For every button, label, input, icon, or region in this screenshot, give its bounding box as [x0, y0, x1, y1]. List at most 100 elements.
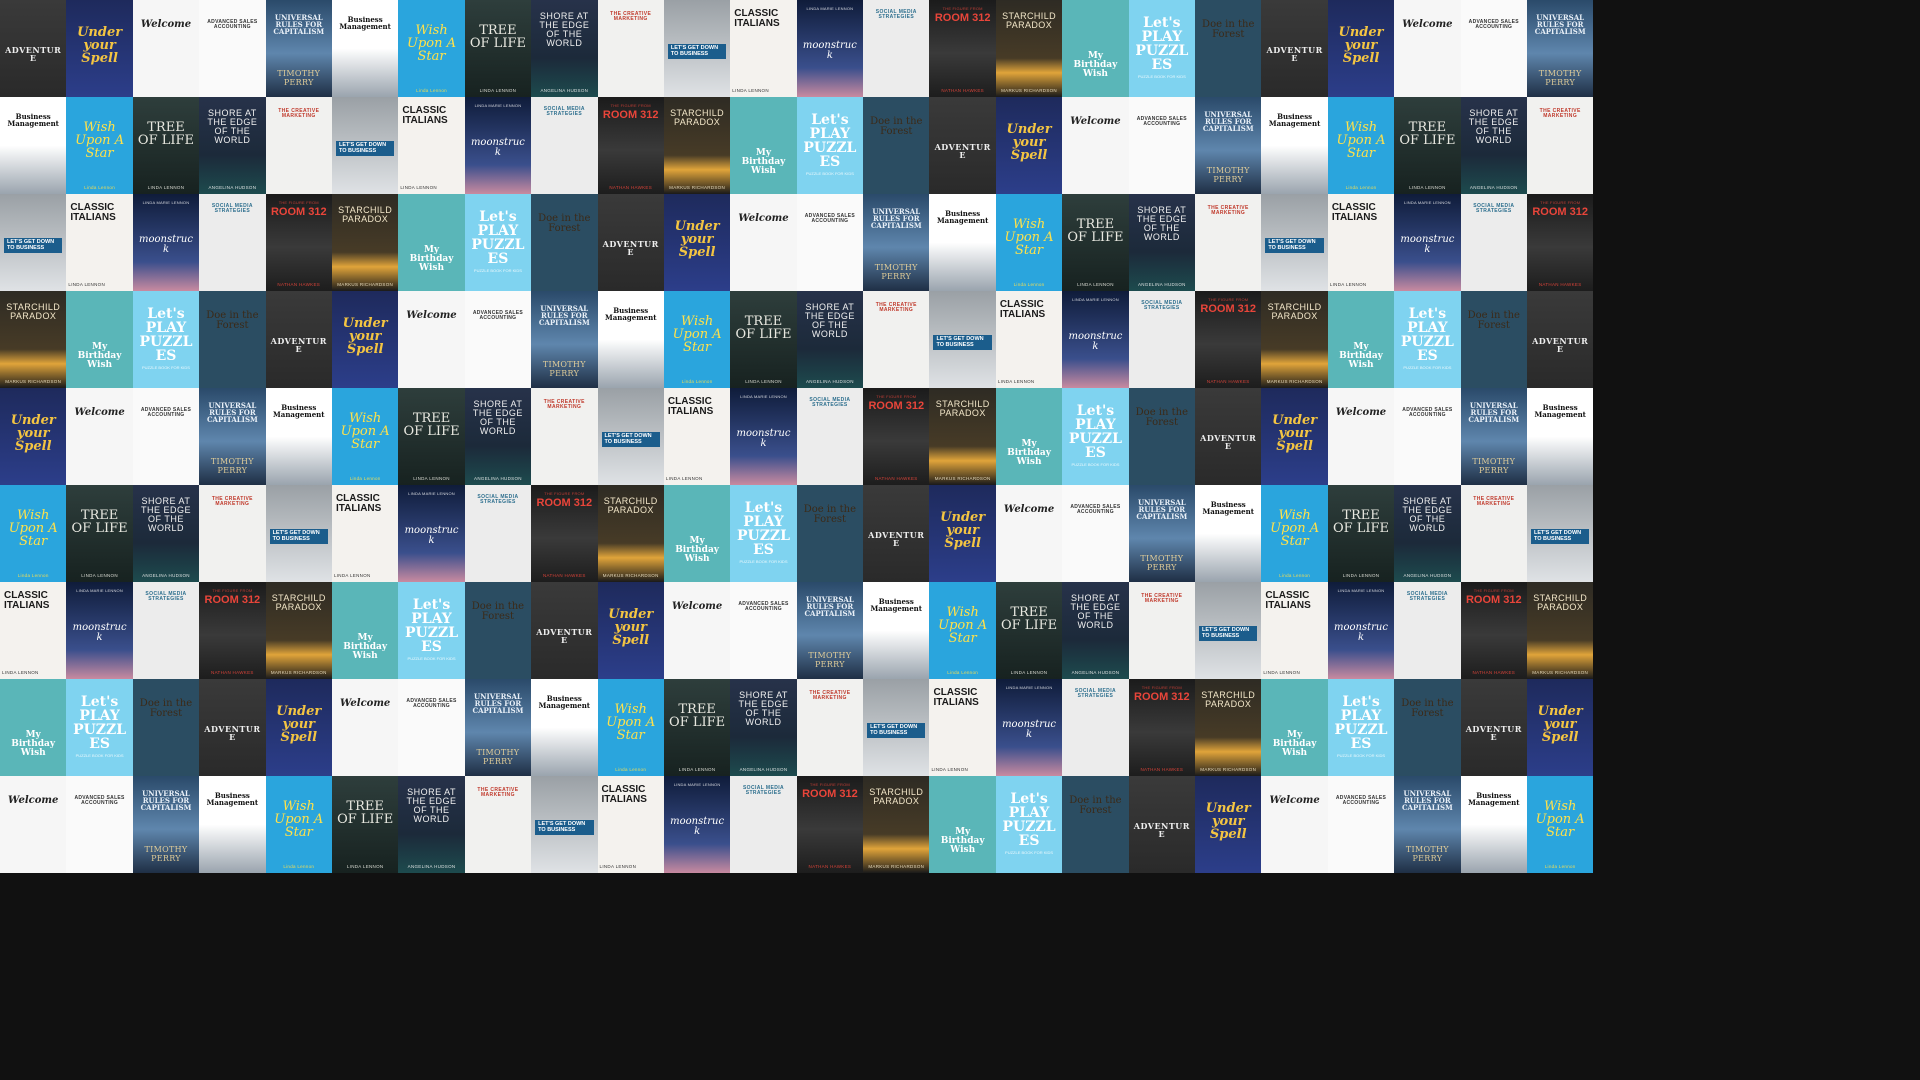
cover-title: Under your Spell [342, 316, 388, 357]
cover-title: moonstruck [1400, 234, 1455, 255]
book-cover-room: THE FIGURE FROM ROOM 312 NATHAN HAWKES [597, 97, 664, 194]
cover-title: moonstruck [404, 525, 459, 546]
cover-title: My Birthday Wish [675, 536, 720, 564]
cover-author: MARKUS RICHARDSON [1532, 670, 1589, 675]
book-cover-universal: UNIVERSAL RULES FOR CAPITALISM TIMOTHY PE… [1195, 97, 1262, 194]
book-cover-italians: CLASSIC ITALIANS LINDA LENNON [1261, 582, 1328, 679]
cover-top-line: THE FIGURE FROM [544, 491, 585, 496]
book-cover-tree: TREE OF LIFE LINDA LENNON [464, 0, 532, 97]
book-cover-spell: Under your Spell [1261, 388, 1328, 485]
cover-title: THE CREATIVE MARKETING [278, 108, 320, 119]
cover-top-line: THE FIGURE FROM [212, 588, 253, 593]
cover-title: ROOM 312 [536, 497, 593, 509]
cover-title: LET'S GET DOWN TO BUSINESS [1530, 529, 1590, 544]
book-cover-creative: THE CREATIVE MARKETING [796, 679, 864, 776]
cover-title: moonstruck [139, 234, 193, 255]
book-cover-italians: CLASSIC ITALIANS LINDA LENNON [66, 194, 133, 291]
book-cover-tree: TREE OF LIFE LINDA LENNON [398, 388, 465, 485]
cover-top-line: LINDA MARIE LENNON [1404, 200, 1451, 205]
cover-title: Under your Spell [1338, 25, 1384, 66]
cover-title: ROOM 312 [1200, 303, 1257, 315]
cover-author: Linda Lennon [1345, 185, 1377, 190]
cover-title: Wish Upon A Star [75, 120, 125, 161]
book-cover-advanced: ADVANCED SALES ACCOUNTING [398, 679, 465, 776]
book-cover-spell: Under your Spell [995, 97, 1063, 194]
book-cover-shore: SHORE AT THE EDGE OF THE WORLD ANGELINA H… [1460, 97, 1527, 194]
cover-subtitle: PUZZLE BOOK FOR KIDS [1071, 462, 1120, 467]
cover-title: THE CREATIVE MARKETING [211, 496, 253, 507]
cover-title: CLASSIC ITALIANS [402, 105, 448, 126]
cover-title: SHORE AT THE EDGE OF THE WORLD [1402, 496, 1453, 533]
cover-author: LINDA LENNON [1409, 185, 1446, 190]
book-cover-wish: Wish Upon A Star Linda Lennon [995, 194, 1063, 291]
book-cover-bear: My Birthday Wish [331, 582, 399, 679]
book-cover-welcome: Welcome [995, 485, 1063, 582]
book-cover-doe: Doe in the Forest [132, 679, 200, 776]
book-cover-moon: LINDA MARIE LENNON moonstruck [132, 194, 200, 291]
book-cover-shore: SHORE AT THE EDGE OF THE WORLD ANGELINA H… [464, 388, 532, 485]
cover-top-line: LINDA MARIE LENNON [673, 782, 721, 787]
cover-title: My Birthday Wish [77, 342, 122, 370]
book-cover-room: THE FIGURE FROM ROOM 312 NATHAN HAWKES [199, 582, 266, 679]
cover-title: ADVANCED SALES ACCOUNTING [1468, 19, 1519, 30]
cover-author: LINDA LENNON [1010, 670, 1048, 675]
cover-author: NATHAN HAWKES [542, 573, 586, 578]
book-cover-italians: CLASSIC ITALIANS LINDA LENNON [597, 776, 664, 873]
book-cover-spell: Under your Spell [66, 0, 133, 97]
cover-top-line: LINDA MARIE LENNON [740, 394, 787, 399]
cover-title: ADVENTURE [536, 627, 593, 645]
book-cover-play: Let's PLAY PUZZLES PUZZLE BOOK FOR KIDS [1062, 388, 1129, 485]
book-cover-adventure: ADVENTURE [0, 0, 67, 97]
cover-title: LET'S GET DOWN TO BUSINESS [1265, 238, 1324, 253]
cover-title: SOCIAL MEDIA STRATEGIES [1141, 300, 1183, 311]
book-cover-shore: SHORE AT THE EDGE OF THE WORLD ANGELINA H… [132, 485, 200, 582]
cover-title: Business Management [1534, 403, 1586, 419]
book-cover-starchild: STARCHILD PARADOX MARKUS RICHARDSON [331, 194, 399, 291]
cover-title: SHORE AT THE EDGE OF THE WORLD [738, 690, 789, 727]
cover-title: TREE OF LIFE [669, 702, 726, 730]
book-cover-welcome: Welcome [132, 0, 200, 97]
book-cover-moon: LINDA MARIE LENNON moonstruck [1062, 291, 1129, 388]
book-cover-creative: THE CREATIVE MARKETING [531, 388, 598, 485]
book-cover-play: Let's PLAY PUZZLES PUZZLE BOOK FOR KIDS [1128, 0, 1196, 97]
cover-title: LET'S GET DOWN TO BUSINESS [269, 529, 328, 544]
book-cover-business: Business Management [531, 679, 598, 776]
cover-title: ADVANCED SALES ACCOUNTING [1136, 116, 1187, 127]
cover-author: Linda Lennon [615, 767, 647, 772]
book-cover-shore: SHORE AT THE EDGE OF THE WORLD ANGELINA H… [1062, 582, 1129, 679]
cover-title: SOCIAL MEDIA STRATEGIES [809, 397, 851, 408]
book-cover-spell: Under your Spell [265, 679, 332, 776]
cover-title: STARCHILD PARADOX [869, 787, 924, 806]
cover-title: Doe in the Forest [1467, 310, 1520, 331]
book-cover-play: Let's PLAY PUZZLES PUZZLE BOOK FOR KIDS [398, 582, 465, 679]
cover-title: moonstruck [72, 622, 127, 643]
book-cover-bear: My Birthday Wish [66, 291, 133, 388]
book-cover-business: Business Management [1460, 776, 1527, 873]
cover-title: My Birthday Wish [11, 730, 56, 758]
book-cover-bear: My Birthday Wish [730, 97, 797, 194]
cover-title: TREE OF LIFE [735, 314, 792, 342]
book-cover-shore: SHORE AT THE EDGE OF THE WORLD ANGELINA H… [730, 679, 797, 776]
cover-top-line: LINDA MARIE LENNON [142, 200, 190, 205]
book-cover-welcome: Welcome [1394, 0, 1461, 97]
cover-title: UNIVERSAL RULES FOR CAPITALISM [1401, 789, 1453, 812]
cover-author: LINDA LENNON [147, 185, 185, 190]
cover-title: Welcome [671, 601, 723, 612]
book-cover-creative: THE CREATIVE MARKETING [863, 291, 930, 388]
book-cover-business: Business Management [331, 0, 399, 97]
cover-title: Let's PLAY PUZZLES [1068, 403, 1122, 461]
cover-title: Let's PLAY PUZZLES [1135, 15, 1189, 73]
cover-author: NATHAN HAWKES [1538, 282, 1582, 287]
cover-subtitle: PUZZLE BOOK FOR KIDS [407, 656, 456, 661]
cover-title: Wish Upon A Star [1270, 508, 1320, 549]
cover-subtitle: PUZZLE BOOK FOR KIDS [1005, 850, 1054, 855]
cover-author: NATHAN HAWKES [1140, 767, 1184, 772]
book-cover-down: LET'S GET DOWN TO BUSINESS [1261, 194, 1328, 291]
cover-title: UNIVERSAL RULES FOR CAPITALISM [472, 692, 524, 715]
cover-title: Business Management [538, 694, 591, 710]
cover-title: My Birthday Wish [1007, 439, 1051, 467]
book-cover-bear: My Birthday Wish [929, 776, 996, 873]
book-cover-bear: My Birthday Wish [1327, 291, 1395, 388]
cover-title: Wish Upon A Star [1336, 120, 1386, 161]
cover-title: ROOM 312 [270, 206, 327, 218]
